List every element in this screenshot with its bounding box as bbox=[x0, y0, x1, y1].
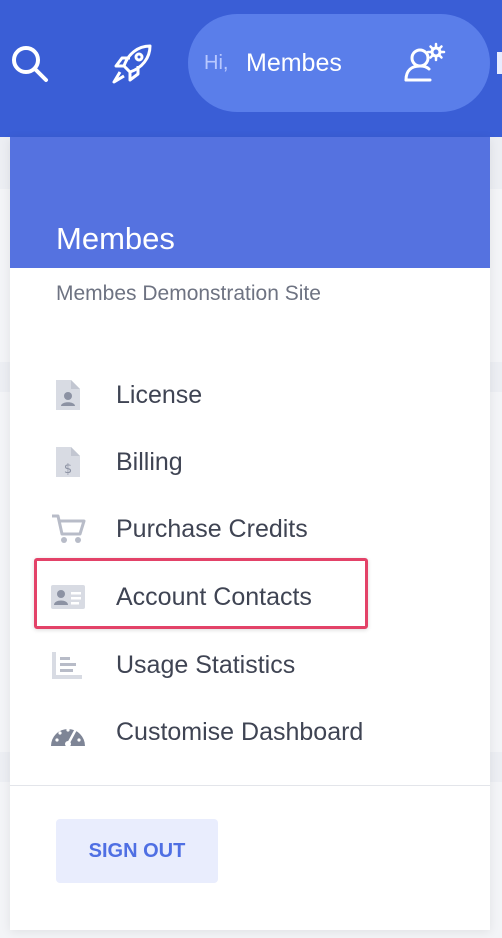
dropdown-header: Membes bbox=[10, 137, 490, 268]
menu-item-label: Purchase Credits bbox=[116, 515, 308, 543]
rocket-icon bbox=[112, 44, 152, 84]
bar-chart-icon bbox=[52, 652, 82, 679]
menu-divider bbox=[10, 785, 490, 786]
cart-icon bbox=[52, 514, 86, 543]
search-icon bbox=[12, 46, 48, 82]
menu-item-label: Billing bbox=[116, 448, 183, 476]
menu-item-customise-dashboard[interactable]: Customise Dashboard bbox=[50, 709, 370, 755]
top-navbar: Hi, Membes bbox=[0, 0, 502, 137]
account-title: Membes bbox=[56, 221, 175, 256]
user-name: Membes bbox=[246, 49, 342, 77]
menu-item-license[interactable]: License bbox=[50, 372, 370, 418]
menu-item-label: Customise Dashboard bbox=[116, 718, 364, 746]
gauge-icon bbox=[51, 728, 85, 747]
menu-item-label: Usage Statistics bbox=[116, 651, 296, 679]
user-cog-icon bbox=[404, 42, 446, 82]
menu-item-label: License bbox=[116, 381, 203, 409]
search-button[interactable] bbox=[6, 36, 54, 92]
greeting-text: Hi, bbox=[204, 52, 229, 74]
svg-text:$: $ bbox=[64, 462, 72, 477]
user-menu-toggle[interactable]: Hi, Membes bbox=[188, 14, 490, 112]
highlight-box bbox=[34, 558, 368, 629]
rocket-button[interactable] bbox=[108, 36, 156, 92]
menu-item-billing[interactable]: $ Billing bbox=[50, 439, 370, 485]
offscreen-icon-fragment bbox=[497, 52, 502, 74]
menu-item-purchase-credits[interactable]: Purchase Credits bbox=[50, 506, 370, 552]
license-doc-icon bbox=[56, 380, 80, 410]
account-dropdown: Membes Membes Demonstration Site License… bbox=[10, 137, 490, 930]
menu-item-usage-statistics[interactable]: Usage Statistics bbox=[50, 642, 370, 688]
sign-out-button[interactable]: SIGN OUT bbox=[56, 819, 218, 883]
billing-doc-icon: $ bbox=[56, 447, 80, 477]
site-name: Membes Demonstration Site bbox=[56, 282, 321, 305]
